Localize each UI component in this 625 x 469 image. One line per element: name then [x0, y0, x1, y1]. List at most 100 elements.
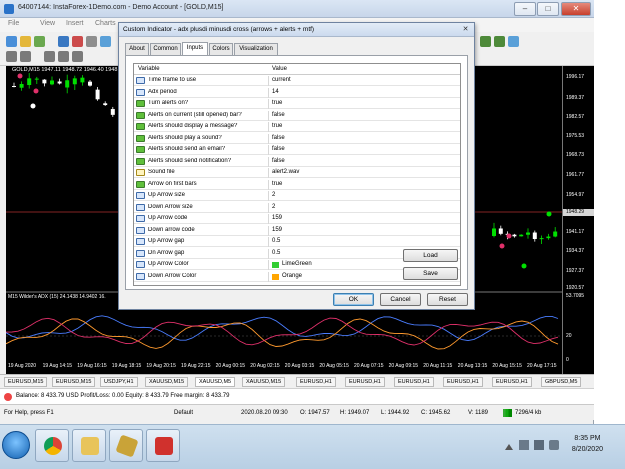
load-button[interactable]: Load [403, 249, 458, 262]
table-row[interactable]: Alerts should display a message? true [134, 122, 460, 132]
chrome-taskbar-button[interactable] [35, 429, 69, 462]
variable-value[interactable]: false [272, 135, 285, 141]
menu-insert[interactable]: Insert [66, 20, 84, 27]
zoom-out-icon[interactable] [508, 36, 519, 47]
vertical-line-icon[interactable] [44, 51, 55, 62]
variable-value[interactable]: LimeGreen [282, 261, 312, 267]
navigator-icon[interactable] [58, 36, 69, 47]
variable-value[interactable]: 159 [272, 215, 282, 221]
tab-chart[interactable]: EURUSD,H1 [394, 377, 434, 387]
time-label: 19 Aug 18:15 [111, 363, 142, 369]
variable-value[interactable]: true [272, 100, 282, 106]
crosshair-icon[interactable] [20, 51, 31, 62]
tab-common[interactable]: Common [150, 43, 181, 55]
variable-value[interactable]: false [272, 112, 285, 118]
tab-chart[interactable]: EURUSD,H1 [296, 377, 336, 387]
tab-about[interactable]: About [125, 43, 149, 55]
app-taskbar-button[interactable] [109, 429, 143, 462]
reset-button[interactable]: Reset [427, 293, 468, 306]
menu-file[interactable]: File [8, 20, 19, 27]
table-row[interactable]: Adx period 14 [134, 87, 460, 98]
tab-chart[interactable]: EURUSD,H1 [345, 377, 385, 387]
tab-chart[interactable]: GBPUSD,M5 [541, 377, 582, 387]
price-label: 1996.17 [566, 74, 585, 80]
time-label: 20 Aug 03:15 [284, 363, 315, 369]
variable-value[interactable]: 0.5 [272, 238, 280, 244]
ok-button[interactable]: OK [333, 293, 374, 306]
variable-value[interactable]: 2 [272, 192, 275, 198]
traffic-text: 7296/4 kb [515, 410, 542, 416]
horizontal-line-icon[interactable] [58, 51, 69, 62]
variable-value[interactable]: true [272, 181, 282, 187]
maximize-button[interactable]: □ [537, 2, 559, 16]
variable-value[interactable]: true [272, 123, 282, 129]
zoom-in-icon[interactable] [100, 36, 111, 47]
table-row[interactable]: Up Arrow gap 0.5 [134, 237, 460, 247]
variable-value[interactable]: 0.5 [272, 250, 280, 256]
variable-name: Down arrow code [148, 226, 195, 233]
custom-indicator-dialog: Custom Indicator - adx plusdi minusdi cr… [118, 22, 475, 310]
autoscroll-icon[interactable] [494, 36, 505, 47]
tab-chart-active[interactable]: XAUUSD,M5 [195, 377, 236, 387]
terminal-icon[interactable] [72, 36, 83, 47]
variable-value[interactable]: Orange [282, 273, 302, 279]
tab-colors[interactable]: Colors [209, 43, 233, 55]
table-row[interactable]: Sound file alert2.wav [134, 168, 460, 178]
cursor-icon[interactable] [6, 51, 17, 62]
start-button[interactable] [2, 431, 30, 459]
dialog-close-button[interactable]: ✕ [460, 25, 471, 35]
show-hidden-icons-icon[interactable] [505, 442, 513, 450]
tab-chart[interactable]: EURUSD,H1 [443, 377, 483, 387]
tab-chart[interactable]: EURUSD,M15 [52, 377, 96, 387]
chart-shift-icon[interactable] [480, 36, 491, 47]
market-watch-icon[interactable] [34, 36, 45, 47]
app-icon [4, 4, 14, 14]
save-button[interactable]: Save [403, 267, 458, 280]
menu-charts[interactable]: Charts [95, 20, 116, 27]
trendline-icon[interactable] [72, 51, 83, 62]
new-order-icon[interactable] [6, 36, 17, 47]
table-row[interactable]: Alerts should send an email? false [134, 145, 460, 155]
tab-chart[interactable]: XAUUSD,M15 [145, 377, 189, 387]
help-text: For Help, press F1 [4, 410, 54, 416]
price-label: 1941.17 [566, 229, 585, 235]
cancel-button[interactable]: Cancel [380, 293, 421, 306]
close-button[interactable]: ✕ [561, 2, 591, 16]
number-type-icon [136, 272, 145, 280]
table-row[interactable]: Alerts should send notification? false [134, 156, 460, 167]
tab-chart[interactable]: XAUUSD,M15 [242, 377, 286, 387]
table-row[interactable]: Alerts should play a sound? false [134, 133, 460, 144]
table-row[interactable]: Up Arrow code 159 [134, 214, 460, 224]
tab-inputs[interactable]: Inputs [182, 42, 208, 55]
variable-value[interactable]: alert2.wav [272, 169, 299, 175]
variable-value[interactable]: 14 [272, 89, 279, 95]
variable-value[interactable]: current [272, 77, 291, 83]
clock[interactable]: 8:35 PM 8/20/2020 [572, 433, 603, 455]
tab-chart[interactable]: EURUSD,H1 [492, 377, 532, 387]
menu-view[interactable]: View [40, 20, 55, 27]
tab-chart[interactable]: USDJPY,H1 [100, 377, 138, 387]
metatrader-taskbar-button[interactable] [146, 429, 180, 462]
table-row[interactable]: Time frame to use current [134, 76, 460, 86]
metatrader-icon [155, 437, 173, 455]
signal-arrow-dot [33, 88, 39, 94]
table-row[interactable]: Up Arrow size 2 [134, 191, 460, 201]
flag-icon[interactable] [519, 440, 529, 450]
minimize-button[interactable]: – [514, 2, 536, 16]
variable-value[interactable]: false [272, 146, 285, 152]
tab-visualization[interactable]: Visualization [234, 43, 278, 55]
table-row[interactable]: Down Arrow size 2 [134, 202, 460, 213]
variable-value[interactable]: false [272, 158, 285, 164]
network-icon[interactable] [534, 440, 544, 450]
table-row[interactable]: Down arrow code 159 [134, 225, 460, 236]
tab-chart[interactable]: EURUSD,M15 [4, 377, 48, 387]
open-folder-icon[interactable] [20, 36, 31, 47]
variable-value[interactable]: 159 [272, 227, 282, 233]
variable-value[interactable]: 2 [272, 204, 275, 210]
strategy-tester-icon[interactable] [86, 36, 97, 47]
volume-icon[interactable] [549, 440, 559, 450]
table-row[interactable]: Alerts on current (still opened) bar? fal… [134, 110, 460, 121]
table-row[interactable]: Turn alerts on? true [134, 99, 460, 109]
explorer-taskbar-button[interactable] [72, 429, 106, 462]
table-row[interactable]: Arrow on first bars true [134, 179, 460, 190]
